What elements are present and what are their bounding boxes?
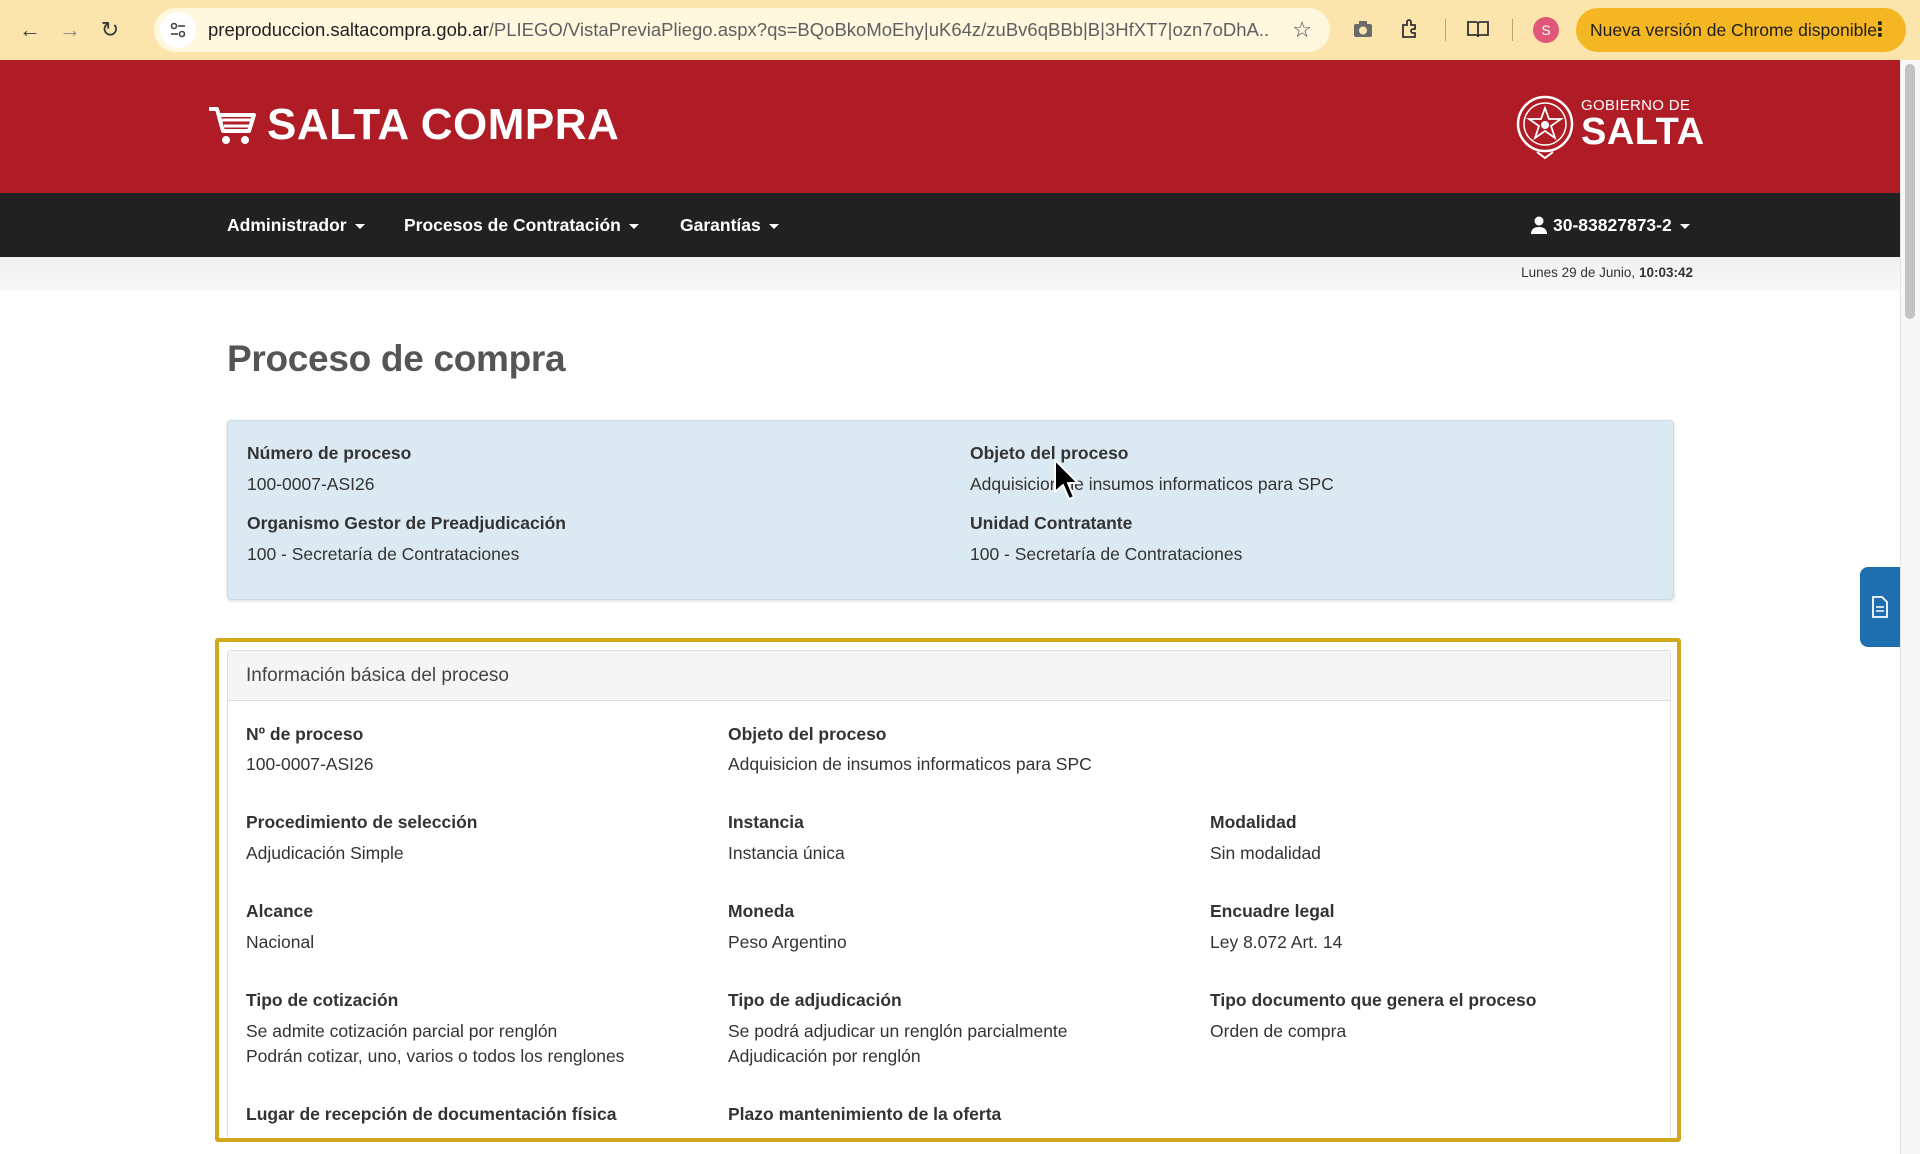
organismo-gestor-value: 100 - Secretaría de Contrataciones [247,544,520,564]
objeto-value: Adquisicion de insumos informaticos para… [728,754,1092,774]
unidad-contratante-label: Unidad Contratante [970,513,1133,533]
nav-procesos[interactable]: Procesos de Contratación [404,193,639,257]
tipo-adjudicacion-value-2: Adjudicación por renglón [728,1046,921,1066]
url-text: preproduccion.saltacompra.gob.ar/PLIEGO/… [208,19,1268,41]
menu-dots-icon[interactable]: ⋮ [1870,17,1890,42]
plazo-mantenimiento-value: 30 Días hábiles Acta de apertura [728,1133,982,1138]
reload-icon[interactable]: ↻ [90,10,130,50]
toolbar-separator [1512,19,1513,41]
unidad-contratante-value: 100 - Secretaría de Contrataciones [970,544,1243,564]
nav-garantias-label: Garantías [680,214,761,235]
alcance-value: Nacional [246,932,315,952]
plazo-mantenimiento-label: Plazo mantenimiento de la oferta [728,1104,1002,1124]
forward-icon[interactable]: → [50,10,90,50]
bookmark-star-icon[interactable]: ☆ [1292,17,1312,43]
organismo-gestor-label: Organismo Gestor de Preadjudicación [247,513,566,533]
objeto-label: Objeto del proceso [728,724,887,744]
current-datetime: Lunes 29 de Junio, 10:03:42 [1521,265,1693,280]
tipo-documento-value: Orden de compra [1210,1021,1347,1041]
reading-mode-icon[interactable] [1463,14,1493,44]
instancia-value: Instancia única [728,843,845,863]
nav-user-label: 30-83827873-2 [1553,214,1672,235]
lugar-recepcion-value: CCGB 3 bloque pb ala este final del pasi… [246,1133,620,1138]
procedimiento-value: Adjudicación Simple [246,843,404,863]
url-path: /PLIEGO/VistaPreviaPliego.aspx?qs=BQoBko… [488,19,1268,40]
modalidad-label: Modalidad [1210,812,1297,832]
lugar-recepcion-label: Lugar de recepción de documentación físi… [246,1104,617,1124]
document-icon [1872,596,1888,618]
numero-proceso-label: Número de proceso [247,443,412,463]
n-proceso-label: Nº de proceso [246,724,364,744]
nav-procesos-label: Procesos de Contratación [404,214,621,235]
seal-icon [1516,95,1574,160]
tipo-adjudicacion-label: Tipo de adjudicación [728,990,902,1010]
objeto-proceso-value: Adquisicion de insumos informaticos para… [970,474,1334,494]
caret-down-icon [354,223,365,229]
encuadre-legal-value: Ley 8.072 Art. 14 [1210,932,1343,952]
caret-down-icon [1679,223,1690,229]
moneda-label: Moneda [728,901,795,921]
side-document-tab[interactable] [1860,567,1900,647]
date-day: Lunes 29 de Junio, [1521,265,1636,280]
objeto-proceso-label: Objeto del proceso [970,443,1129,463]
nav-garantias[interactable]: Garantías [680,193,779,257]
chrome-update-label: Nueva versión de Chrome disponible [1590,19,1877,40]
cart-icon [209,107,256,144]
site-info-icon[interactable] [160,12,196,48]
site-header: SALTA COMPRA GOBIERNO DE SALTA [0,60,1900,193]
basic-info-heading-text: Información básica del proceso [246,665,509,686]
browser-toolbar: ← → ↻ preproduccion.saltacompra.gob.ar/P… [0,0,1920,60]
alcance-label: Alcance [246,901,314,921]
screenshot-icon[interactable] [1348,14,1378,44]
address-bar[interactable]: preproduccion.saltacompra.gob.ar/PLIEGO/… [154,8,1330,52]
profile-avatar[interactable]: S [1533,17,1559,43]
mouse-cursor-icon [1054,459,1079,500]
tipo-cotizacion-value-2: Podrán cotizar, uno, varios o todos los … [246,1046,625,1066]
caret-down-icon [628,223,639,229]
encuadre-legal-label: Encuadre legal [1210,901,1335,921]
tipo-documento-label: Tipo documento que genera el proceso [1210,990,1537,1010]
gov-label-big: SALTA [1581,110,1705,153]
tipo-cotizacion-value-1: Se admite cotización parcial por renglón [246,1021,558,1041]
modalidad-value: Sin modalidad [1210,843,1321,863]
chrome-update-button[interactable]: Nueva versión de Chrome disponible ⋮ [1576,8,1906,52]
gobierno-salta-logo: GOBIERNO DE SALTA [1515,84,1705,164]
toolbar-separator [1445,19,1446,41]
basic-info-heading: Información básica del proceso [228,651,1670,701]
nav-administrador[interactable]: Administrador [227,193,365,257]
moneda-value: Peso Argentino [728,932,847,952]
tipo-adjudicacion-value-1: Se podrá adjudicar un renglón parcialmen… [728,1021,1068,1041]
salta-compra-logo[interactable]: SALTA COMPRA [207,100,619,150]
basic-info-panel: Información básica del proceso Nº de pro… [227,650,1671,1138]
nav-user-menu[interactable]: 30-83827873-2 [1531,193,1690,257]
extensions-icon[interactable] [1395,14,1425,44]
caret-down-icon [768,223,779,229]
url-host: preproduccion.saltacompra.gob.ar [208,19,489,40]
brand-name: SALTA COMPRA [267,100,620,149]
tipo-cotizacion-label: Tipo de cotización [246,990,399,1010]
date-time: 10:03:42 [1638,265,1693,280]
highlight-frame: Información básica del proceso Nº de pro… [215,638,1681,1142]
numero-proceso-value: 100-0007-ASI26 [247,474,375,494]
main-navbar: Administrador Procesos de Contratación G… [0,193,1900,257]
n-proceso-value: 100-0007-ASI26 [246,754,374,774]
summary-panel: Número de proceso 100-0007-ASI26 Objeto … [227,420,1674,600]
instancia-label: Instancia [728,812,804,832]
nav-administrador-label: Administrador [227,214,347,235]
procedimiento-label: Procedimiento de selección [246,812,478,832]
page-scrollbar-thumb[interactable] [1905,64,1915,319]
date-strip: Lunes 29 de Junio, 10:03:42 [0,257,1900,291]
back-icon[interactable]: ← [10,10,50,50]
user-icon [1531,216,1547,234]
page-title: Proceso de compra [227,338,566,379]
